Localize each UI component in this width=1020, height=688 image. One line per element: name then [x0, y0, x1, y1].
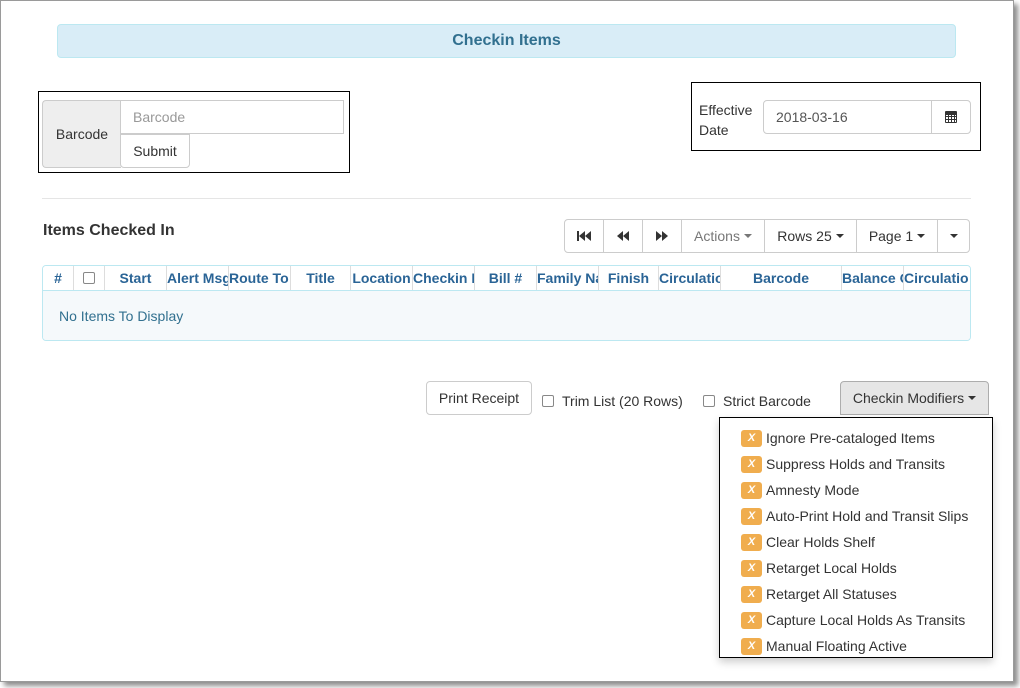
trim-list-checkbox[interactable] — [542, 395, 554, 407]
page-dropdown[interactable]: Page 1 — [856, 219, 938, 253]
column-header-barcode[interactable]: Barcode — [721, 266, 842, 290]
modifier-retarget-all-statuses[interactable]: X Retarget All Statuses — [741, 584, 897, 604]
x-icon: X — [741, 533, 762, 551]
grid-toolbar: Actions Rows 25 Page 1 — [564, 219, 970, 253]
checkin-modifiers-menu: X Ignore Pre-cataloged Items X Suppress … — [719, 417, 993, 658]
divider — [42, 198, 971, 199]
column-header-title[interactable]: Title — [291, 266, 351, 290]
select-all-checkbox[interactable] — [83, 272, 95, 284]
modifier-label: Auto-Print Hold and Transit Slips — [766, 508, 969, 524]
column-header-finish[interactable]: Finish — [599, 266, 659, 290]
first-page-button[interactable] — [564, 219, 604, 253]
calendar-button[interactable] — [931, 100, 971, 134]
select-all-cell[interactable] — [74, 266, 105, 290]
modifier-manual-floating[interactable]: X Manual Floating Active — [741, 636, 907, 656]
previous-page-button[interactable] — [603, 219, 643, 253]
submit-button[interactable]: Submit — [120, 134, 190, 168]
chevron-down-icon — [917, 234, 926, 238]
rows-dropdown[interactable]: Rows 25 — [764, 219, 857, 253]
modifier-retarget-local-holds[interactable]: X Retarget Local Holds — [741, 558, 897, 578]
checkin-modifiers-button[interactable]: Checkin Modifiers — [840, 381, 989, 415]
grid-empty-message: No Items To Display — [43, 291, 970, 340]
x-icon: X — [741, 559, 762, 577]
column-header-index[interactable]: # — [43, 266, 74, 290]
checkin-modifiers-label: Checkin Modifiers — [852, 390, 965, 406]
x-icon: X — [741, 481, 762, 499]
chevron-down-icon — [968, 396, 977, 400]
modifier-label: Clear Holds Shelf — [766, 534, 875, 550]
modifier-suppress-holds[interactable]: X Suppress Holds and Transits — [741, 454, 945, 474]
x-icon: X — [741, 637, 762, 655]
modifier-label: Ignore Pre-cataloged Items — [766, 430, 935, 446]
barcode-label: Barcode — [42, 100, 121, 168]
barcode-input[interactable]: Barcode — [120, 100, 344, 134]
modifier-capture-local-holds[interactable]: X Capture Local Holds As Transits — [741, 610, 965, 630]
column-header-balance-owed[interactable]: Balance O — [842, 266, 904, 290]
column-header-checkin-date[interactable]: Checkin D — [413, 266, 475, 290]
modifier-label: Retarget All Statuses — [766, 586, 897, 602]
modifier-label: Suppress Holds and Transits — [766, 456, 945, 472]
chevron-down-icon — [835, 234, 844, 238]
effective-date-label-line1: Effective — [699, 102, 753, 118]
grid-header-row: # Start Alert Msg Route To Title Locatio… — [43, 266, 970, 291]
column-header-route-to[interactable]: Route To — [229, 266, 291, 290]
strict-barcode-option[interactable]: Strict Barcode — [703, 393, 811, 409]
column-header-circulation-2[interactable]: Circulatio — [904, 266, 970, 290]
modifier-label: Manual Floating Active — [766, 638, 907, 654]
next-page-icon — [656, 231, 668, 241]
column-header-bill[interactable]: Bill # — [475, 266, 537, 290]
effective-date-label: Effective Date — [699, 100, 759, 140]
next-page-button[interactable] — [642, 219, 682, 253]
column-header-start[interactable]: Start — [105, 266, 167, 290]
items-grid: # Start Alert Msg Route To Title Locatio… — [42, 265, 971, 341]
actions-label: Actions — [694, 228, 740, 244]
calendar-icon — [945, 111, 957, 123]
strict-barcode-checkbox[interactable] — [703, 395, 715, 407]
page-label: Page 1 — [868, 228, 914, 244]
modifier-auto-print[interactable]: X Auto-Print Hold and Transit Slips — [741, 506, 968, 526]
chevron-down-icon — [949, 234, 958, 238]
grid-options-dropdown[interactable] — [937, 219, 970, 253]
modifier-ignore-pre-cataloged[interactable]: X Ignore Pre-cataloged Items — [741, 428, 935, 448]
chevron-down-icon — [743, 234, 752, 238]
x-icon: X — [741, 585, 762, 603]
column-header-circulation[interactable]: Circulatio — [659, 266, 721, 290]
modifier-clear-holds-shelf[interactable]: X Clear Holds Shelf — [741, 532, 875, 552]
items-checked-in-title: Items Checked In — [43, 222, 175, 239]
x-icon: X — [741, 455, 762, 473]
print-receipt-button[interactable]: Print Receipt — [426, 381, 532, 415]
column-header-location[interactable]: Location — [351, 266, 413, 290]
effective-date-input[interactable]: 2018-03-16 — [763, 100, 932, 134]
first-page-icon — [577, 231, 591, 241]
modifier-label: Retarget Local Holds — [766, 560, 897, 576]
column-header-alert-msg[interactable]: Alert Msg — [167, 266, 229, 290]
x-icon: X — [741, 507, 762, 525]
trim-list-option[interactable]: Trim List (20 Rows) — [542, 393, 683, 409]
previous-page-icon — [617, 231, 629, 241]
column-header-family-name[interactable]: Family Na — [537, 266, 599, 290]
rows-label: Rows 25 — [777, 228, 832, 244]
effective-date-label-line2: Date — [699, 122, 729, 138]
modifier-label: Amnesty Mode — [766, 482, 860, 498]
modifier-label: Capture Local Holds As Transits — [766, 612, 966, 628]
trim-list-label: Trim List (20 Rows) — [562, 393, 683, 409]
actions-dropdown[interactable]: Actions — [681, 219, 765, 253]
strict-barcode-label: Strict Barcode — [723, 393, 811, 409]
x-icon: X — [741, 429, 762, 447]
page-title: Checkin Items — [57, 24, 956, 58]
modifier-amnesty-mode[interactable]: X Amnesty Mode — [741, 480, 859, 500]
x-icon: X — [741, 611, 762, 629]
